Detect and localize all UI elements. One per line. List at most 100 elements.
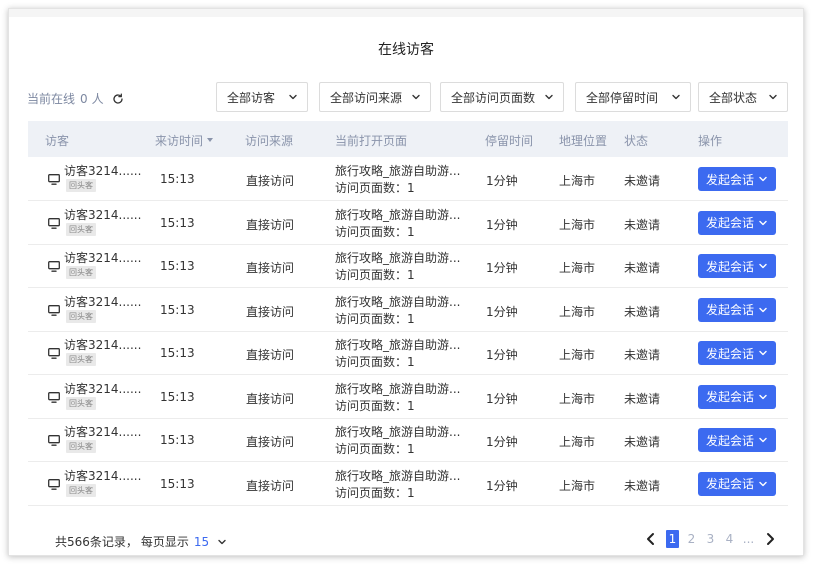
chevron-down-icon xyxy=(759,437,767,443)
chevron-down-icon xyxy=(759,176,767,182)
current-page[interactable]: 旅行攻略_旅游自助游... xyxy=(335,293,460,310)
geo-location: 上海市 xyxy=(559,478,596,493)
visit-time: 15:13 xyxy=(160,172,195,186)
invite-status: 未邀请 xyxy=(624,217,661,232)
table-row: 访客3214...... 回头客 15:13 直接访问 旅行攻略_旅游自助游... 访问页… xyxy=(28,288,788,332)
col-visit-time-label: 来访时间 xyxy=(155,134,204,148)
start-chat-button[interactable]: 发起会话 xyxy=(698,471,776,496)
page-number[interactable]: 4 xyxy=(723,530,736,548)
table-row: 访客3214...... 回头客 15:13 直接访问 旅行攻略_旅游自助游... 访问页… xyxy=(28,418,788,462)
visitor-name[interactable]: 访客3214...... xyxy=(64,249,141,266)
start-chat-label: 发起会话 xyxy=(705,303,754,317)
visitor-name[interactable]: 访客3214...... xyxy=(64,206,141,223)
page-number[interactable]: 3 xyxy=(704,530,717,548)
filter-label: 全部访客 xyxy=(227,90,276,105)
table-row: 访客3214...... 回头客 15:13 直接访问 旅行攻略_旅游自助游... 访问页… xyxy=(28,201,788,245)
chevron-down-icon[interactable] xyxy=(217,537,227,547)
geo-location: 上海市 xyxy=(559,174,596,188)
sort-down-icon[interactable] xyxy=(206,136,214,144)
start-chat-button[interactable]: 发起会话 xyxy=(698,384,776,409)
per-page-label: 每页显示 xyxy=(140,535,189,549)
current-page[interactable]: 旅行攻略_旅游自助游... xyxy=(335,162,460,179)
stay-duration: 1分钟 xyxy=(486,478,518,493)
current-page[interactable]: 旅行攻略_旅游自助游... xyxy=(335,423,460,440)
visitor-tag: 回头客 xyxy=(66,309,96,323)
invite-status: 未邀请 xyxy=(624,478,661,493)
invite-status: 未邀请 xyxy=(624,348,661,362)
stay-duration: 1分钟 xyxy=(486,348,518,362)
start-chat-button[interactable]: 发起会话 xyxy=(698,210,776,235)
stay-duration: 1分钟 xyxy=(486,174,518,188)
current-page[interactable]: 旅行攻略_旅游自助游... xyxy=(335,336,460,353)
col-action: 操作 xyxy=(698,134,723,148)
start-chat-button[interactable]: 发起会话 xyxy=(698,297,776,322)
page-number[interactable]: 2 xyxy=(685,530,698,548)
start-chat-button[interactable]: 发起会话 xyxy=(698,341,776,365)
chevron-down-icon xyxy=(289,94,297,100)
chevron-right-icon[interactable] xyxy=(764,532,776,546)
geo-location: 上海市 xyxy=(559,217,596,232)
stay-duration: 1分钟 xyxy=(486,304,518,319)
visitor-name[interactable]: 访客3214...... xyxy=(64,380,141,397)
visitor-name[interactable]: 访客3214...... xyxy=(64,162,141,179)
filter-select-3[interactable]: 全部访问页面数 xyxy=(440,82,564,112)
start-chat-label: 发起会话 xyxy=(705,346,754,361)
refresh-icon[interactable] xyxy=(112,93,124,105)
col-visit-time[interactable]: 来访时间 xyxy=(155,132,214,149)
visit-time: 15:13 xyxy=(160,215,195,230)
page-number[interactable]: ... xyxy=(742,530,755,548)
page-number[interactable]: 1 xyxy=(666,530,679,548)
invite-status: 未邀请 xyxy=(624,261,661,275)
chevron-down-icon xyxy=(769,94,777,100)
filter-label: 全部状态 xyxy=(709,90,758,105)
monitor-icon xyxy=(48,435,60,446)
filter-select-1[interactable]: 全部访客 xyxy=(216,82,308,112)
col-location: 地理位置 xyxy=(559,134,608,148)
table-row: 访客3214...... 回头客 15:13 直接访问 旅行攻略_旅游自助游... 访问页… xyxy=(28,375,788,419)
col-status: 状态 xyxy=(624,134,649,148)
visitor-tag: 回头客 xyxy=(66,440,96,453)
table-row: 访客3214...... 回头客 15:13 直接访问 旅行攻略_旅游自助游... 访问页… xyxy=(28,331,788,375)
visitor-tag: 回头客 xyxy=(66,483,96,497)
stay-duration: 1分钟 xyxy=(486,435,518,449)
visitor-name[interactable]: 访客3214...... xyxy=(64,467,141,484)
current-page[interactable]: 旅行攻略_旅游自助游... xyxy=(335,249,460,266)
start-chat-label: 发起会话 xyxy=(705,477,754,491)
filter-select-4[interactable]: 全部停留时间 xyxy=(575,82,691,112)
start-chat-button[interactable]: 发起会话 xyxy=(698,254,776,278)
page-count: 访问页面数：1 xyxy=(335,224,415,239)
chevron-down-icon xyxy=(672,94,680,100)
filter-select-5[interactable]: 全部状态 xyxy=(698,82,788,112)
visitor-tag: 回头客 xyxy=(66,222,96,236)
visitor-name[interactable]: 访客3214...... xyxy=(64,423,141,440)
visit-time: 15:13 xyxy=(160,346,195,360)
start-chat-button[interactable]: 发起会话 xyxy=(698,428,776,452)
visitor-tag: 回头客 xyxy=(66,396,96,410)
start-chat-button[interactable]: 发起会话 xyxy=(698,167,776,191)
visitor-name[interactable]: 访客3214...... xyxy=(64,293,141,310)
filter-label: 全部访问来源 xyxy=(330,90,403,105)
visitor-name[interactable]: 访客3214...... xyxy=(64,336,141,353)
filter-select-2[interactable]: 全部访问来源 xyxy=(319,82,431,112)
page-count: 访问页面数：1 xyxy=(335,355,415,369)
current-page[interactable]: 旅行攻略_旅游自助游... xyxy=(335,467,460,484)
stay-duration: 1分钟 xyxy=(486,261,518,275)
chevron-left-icon[interactable] xyxy=(645,532,657,546)
geo-location: 上海市 xyxy=(559,435,596,449)
col-visitor: 访客 xyxy=(45,134,70,148)
visitor-tag: 回头客 xyxy=(66,266,96,279)
visit-source: 直接访问 xyxy=(246,478,295,493)
visit-time: 15:13 xyxy=(160,259,195,273)
page-title: 在线访客 xyxy=(378,42,434,58)
page-size-select[interactable]: 15 xyxy=(194,535,209,549)
chevron-down-icon xyxy=(412,94,420,100)
current-page[interactable]: 旅行攻略_旅游自助游... xyxy=(335,380,460,397)
visit-source: 直接访问 xyxy=(246,174,295,188)
current-page[interactable]: 旅行攻略_旅游自助游... xyxy=(335,206,460,223)
visit-source: 直接访问 xyxy=(246,348,295,362)
visit-time: 15:13 xyxy=(160,389,195,404)
geo-location: 上海市 xyxy=(559,391,596,406)
visitor-tag: 回头客 xyxy=(66,353,96,366)
visit-time: 15:13 xyxy=(160,476,195,491)
chevron-down-icon xyxy=(759,350,767,356)
